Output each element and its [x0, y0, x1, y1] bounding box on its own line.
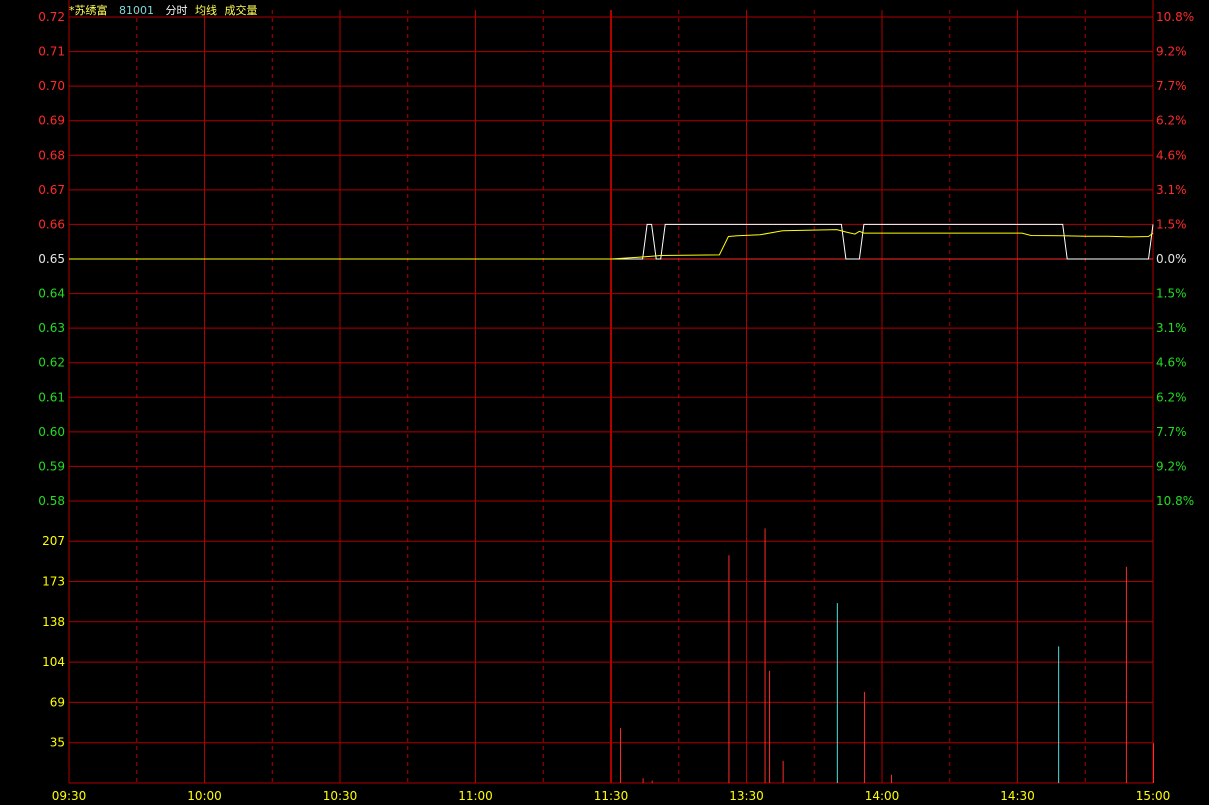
chart-grid [68, 0, 1154, 784]
time-tick-label: 10:00 [187, 789, 222, 803]
time-tick-label: 14:30 [1000, 789, 1035, 803]
percent-tick-label: 1.5% [1156, 217, 1187, 231]
price-tick-label: 0.68 [38, 148, 65, 162]
percent-tick-label: 3.1% [1156, 183, 1187, 197]
percent-tick-label: 7.7% [1156, 79, 1187, 93]
percent-tick-label: 0.0% [1156, 252, 1187, 266]
percent-tick-label: 9.2% [1156, 459, 1187, 473]
percent-tick-label: 4.6% [1156, 356, 1187, 370]
volume-tick-label: 173 [42, 575, 65, 589]
volume-label[interactable]: 成交量 [225, 4, 258, 17]
volume-tick-label: 35 [50, 736, 65, 750]
time-tick-label: 11:30 [594, 789, 629, 803]
price-tick-label: 0.65 [38, 252, 65, 266]
stock-name: *苏绣富 [69, 4, 108, 17]
time-axis: 09:30 10:00 10:30 11:00 11:30 13:30 14:00 14:30… [52, 789, 1171, 803]
price-tick-label: 0.64 [38, 287, 65, 301]
time-tick-label: 09:30 [52, 789, 87, 803]
price-tick-label: 0.70 [38, 79, 65, 93]
percent-tick-label: 6.2% [1156, 114, 1187, 128]
time-tick-label: 14:00 [865, 789, 900, 803]
intraday-chart: 0.72 0.71 0.70 0.69 0.68 0.67 0.66 0.65 0.64 0.63… [38, 0, 1194, 803]
price-tick-label: 0.60 [38, 425, 65, 439]
time-tick-label: 11:00 [458, 789, 493, 803]
percent-tick-label: 3.1% [1156, 321, 1187, 335]
stock-code: 81001 [119, 4, 154, 17]
percent-tick-label: 1.5% [1156, 287, 1187, 301]
percent-tick-label: 10.8% [1156, 494, 1194, 508]
percent-axis: 10.8% 9.2% 7.7% 6.2% 4.6% 3.1% 1.5% 0.0% 1.5% 3.1… [1156, 10, 1194, 508]
volume-tick-label: 138 [42, 615, 65, 629]
price-tick-label: 0.59 [38, 459, 65, 473]
volume-tick-label: 207 [42, 534, 65, 548]
price-tick-label: 0.63 [38, 321, 65, 335]
volume-tick-label: 69 [50, 695, 65, 709]
percent-tick-label: 6.2% [1156, 390, 1187, 404]
chart-header: *苏绣富 81001 分时 均线 成交量 [69, 2, 266, 17]
price-tick-label: 0.72 [38, 10, 65, 24]
percent-tick-label: 4.6% [1156, 148, 1187, 162]
percent-tick-label: 10.8% [1156, 10, 1194, 24]
price-tick-label: 0.61 [38, 390, 65, 404]
price-tick-label: 0.67 [38, 183, 65, 197]
volume-bars [620, 528, 1154, 783]
percent-tick-label: 7.7% [1156, 425, 1187, 439]
price-tick-label: 0.58 [38, 494, 65, 508]
chart-mode-label[interactable]: 分时 [166, 4, 188, 17]
volume-tick-label: 104 [42, 655, 65, 669]
price-tick-label: 0.66 [38, 217, 65, 231]
time-tick-label: 10:30 [323, 789, 358, 803]
price-tick-label: 0.71 [38, 45, 65, 59]
time-tick-label: 13:30 [729, 789, 764, 803]
price-axis: 0.72 0.71 0.70 0.69 0.68 0.67 0.66 0.65 0.64 0.63… [38, 10, 65, 508]
percent-tick-label: 9.2% [1156, 45, 1187, 59]
price-tick-label: 0.62 [38, 356, 65, 370]
price-tick-label: 0.69 [38, 114, 65, 128]
volume-axis: 207 173 138 104 69 35 [42, 534, 65, 750]
time-tick-label: 15:00 [1136, 789, 1171, 803]
average-line-label[interactable]: 均线 [195, 4, 217, 17]
